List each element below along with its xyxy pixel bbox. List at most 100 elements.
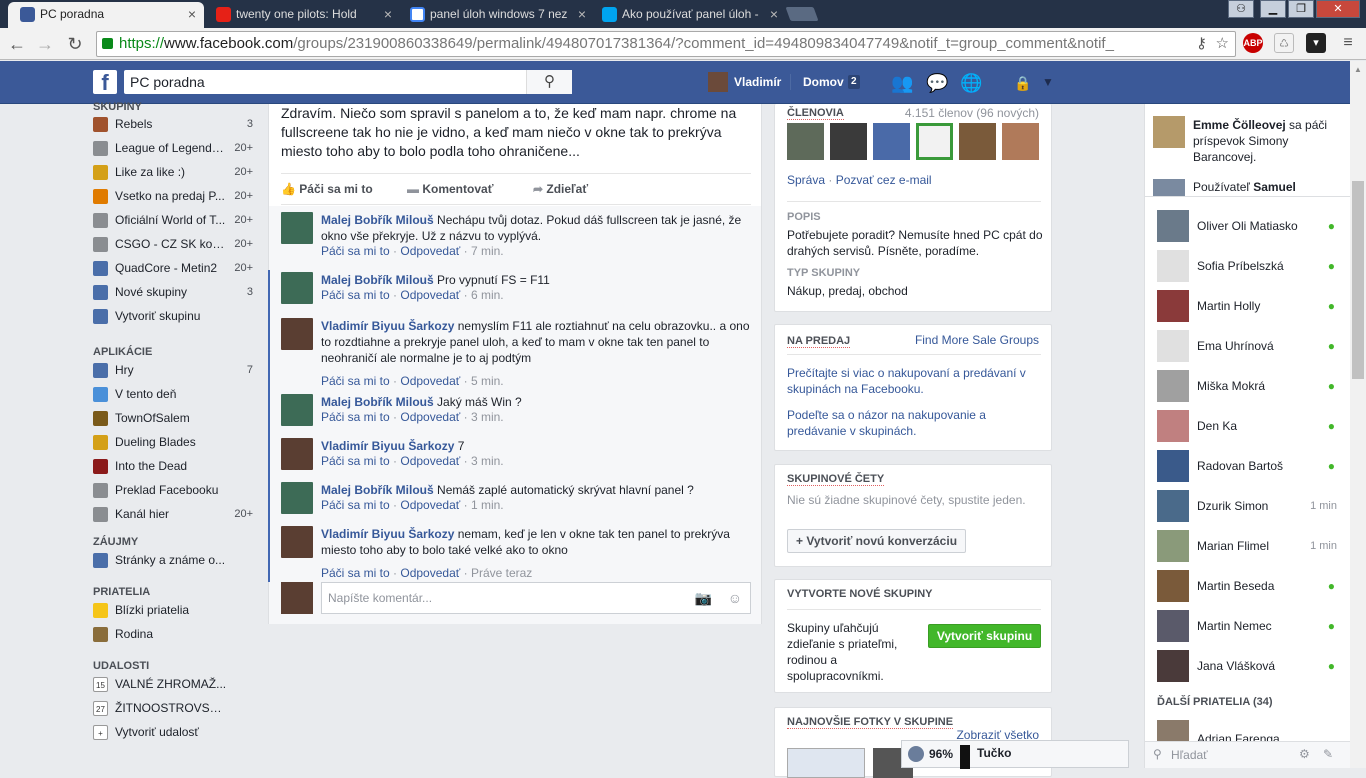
- left-nav-item[interactable]: Hry 7: [93, 360, 253, 380]
- commenter-name[interactable]: Vladimír Biyuu Šarkozy: [321, 527, 454, 541]
- chat-options-gear-icon[interactable]: ⚙: [1299, 747, 1310, 761]
- user-name-link[interactable]: Vladimír: [734, 72, 781, 92]
- tab-panel-uloh[interactable]: panel úloh windows 7 nez ×: [398, 2, 594, 28]
- comment-like-link[interactable]: Páči sa mi to: [321, 566, 390, 580]
- close-tab-icon[interactable]: ×: [578, 2, 586, 26]
- minimize-icon[interactable]: ▁: [1260, 0, 1286, 18]
- ticker-story[interactable]: Používateľ Samuel: [1193, 179, 1343, 195]
- chat-friend[interactable]: Jana Vlášková ●: [1157, 650, 1347, 684]
- chat-friend[interactable]: Den Ka ●: [1157, 410, 1347, 444]
- chat-friend[interactable]: Marian Flimel 1 min: [1157, 530, 1347, 564]
- members-count[interactable]: 4.151 členov (96 nových): [905, 106, 1039, 120]
- commenter-name[interactable]: Malej Bobřík Milouš: [321, 213, 434, 227]
- facebook-logo-icon[interactable]: f: [93, 70, 117, 95]
- close-tab-icon[interactable]: ×: [770, 2, 778, 26]
- search-icon[interactable]: ⚲: [526, 70, 572, 94]
- left-nav-item[interactable]: 27 ŽITNOOSTROVSK...: [93, 698, 253, 718]
- commenter-name[interactable]: Vladimír Biyuu Šarkozy: [321, 439, 454, 453]
- emoji-icon[interactable]: ☺: [728, 583, 742, 613]
- find-more-sale-groups-link[interactable]: Find More Sale Groups: [915, 333, 1039, 347]
- camera-icon[interactable]: 📷: [695, 583, 712, 613]
- share-button[interactable]: ➦ Zdieľať: [533, 182, 588, 196]
- chat-friend[interactable]: Martin Holly ●: [1157, 290, 1347, 324]
- sale-feedback-link[interactable]: Podeľte sa o názor na nakupovanie a pred…: [787, 407, 1043, 439]
- member-avatar[interactable]: [959, 123, 996, 160]
- commenter-avatar[interactable]: [281, 318, 313, 350]
- comment-input[interactable]: Napíšte komentár... 📷 ☺: [321, 582, 751, 614]
- tab-pc-poradna[interactable]: PC poradna ×: [8, 2, 204, 28]
- chat-friend[interactable]: Sofia Príbelszká ●: [1157, 250, 1347, 284]
- member-avatar[interactable]: [916, 123, 953, 160]
- chat-friend[interactable]: Dzurik Simon 1 min: [1157, 490, 1347, 524]
- tab-ako-pouzivat[interactable]: Ako používať panel úloh - ×: [590, 2, 786, 28]
- privacy-shortcuts-icon[interactable]: 🔒: [1014, 75, 1031, 92]
- left-nav-item[interactable]: Vsetko na predaj P... 20+: [93, 186, 253, 206]
- facebook-search-input[interactable]: PC poradna ⚲: [124, 70, 572, 94]
- comment-reply-link[interactable]: Odpovedať: [400, 244, 460, 258]
- member-avatar[interactable]: [873, 123, 910, 160]
- left-nav-item[interactable]: League of Legends... 20+: [93, 138, 253, 158]
- comment-reply-link[interactable]: Odpovedať: [400, 288, 460, 302]
- left-nav-item[interactable]: QuadCore - Metin2 20+: [93, 258, 253, 278]
- chat-friend[interactable]: Oliver Oli Matiasko ●: [1157, 210, 1347, 244]
- chat-friend[interactable]: Martin Nemec ●: [1157, 610, 1347, 644]
- bookmark-star-icon[interactable]: ☆: [1216, 32, 1229, 56]
- commenter-name[interactable]: Malej Bobřík Milouš: [321, 483, 434, 497]
- commenter-avatar[interactable]: [281, 394, 313, 426]
- profile-icon[interactable]: ⚇: [1228, 0, 1254, 18]
- commenter-name[interactable]: Malej Bobřík Milouš: [321, 273, 434, 287]
- member-avatar[interactable]: [1002, 123, 1039, 160]
- left-nav-item[interactable]: Kanál hier 20+: [93, 504, 253, 524]
- chat-friend[interactable]: Radovan Bartoš ●: [1157, 450, 1347, 484]
- account-menu-chevron-icon[interactable]: ▼: [1042, 75, 1054, 89]
- chat-friend[interactable]: Martin Beseda ●: [1157, 570, 1347, 604]
- tab-twenty-one-pilots[interactable]: twenty one pilots: Hold ×: [204, 2, 400, 28]
- new-conversation-button[interactable]: + Vytvoriť novú konverzáciu: [787, 529, 967, 553]
- left-nav-item[interactable]: Stránky a známe o...: [93, 550, 253, 570]
- left-nav-item[interactable]: 15 VALNÉ ZHROMAŽ...: [93, 674, 253, 694]
- left-nav-item[interactable]: Vytvoriť skupinu: [93, 306, 253, 326]
- close-tab-icon[interactable]: ×: [384, 2, 392, 26]
- reload-icon[interactable]: ↻: [64, 33, 86, 55]
- comment-like-link[interactable]: Páči sa mi to: [321, 498, 390, 512]
- left-nav-item[interactable]: Blízki priatelia: [93, 600, 253, 620]
- messages-icon[interactable]: 💬: [926, 73, 948, 94]
- comment-like-link[interactable]: Páči sa mi to: [321, 288, 390, 302]
- left-nav-item[interactable]: Oficiální World of T... 20+: [93, 210, 253, 230]
- ticker-story[interactable]: Emme Čölleovej sa páči príspevok Simony …: [1193, 117, 1343, 165]
- left-nav-item[interactable]: + Vytvoriť udalosť: [93, 722, 253, 742]
- comment-reply-link[interactable]: Odpovedať: [400, 374, 460, 388]
- scrollbar-thumb[interactable]: [1352, 181, 1364, 379]
- close-tab-icon[interactable]: ×: [188, 2, 196, 26]
- user-avatar[interactable]: [708, 72, 728, 92]
- commenter-name[interactable]: Vladimír Biyuu Šarkozy: [321, 319, 454, 333]
- maximize-icon[interactable]: ❐: [1288, 0, 1314, 18]
- commenter-avatar[interactable]: [281, 272, 313, 304]
- commenter-avatar[interactable]: [281, 482, 313, 514]
- comment-reply-link[interactable]: Odpovedať: [400, 410, 460, 424]
- left-nav-item[interactable]: Dueling Blades: [93, 432, 253, 452]
- left-nav-item[interactable]: Rebels 3: [93, 114, 253, 134]
- forward-icon[interactable]: →: [34, 33, 56, 55]
- comment-reply-link[interactable]: Odpovedať: [400, 498, 460, 512]
- key-icon[interactable]: ⚷: [1196, 32, 1207, 56]
- comment-like-link[interactable]: Páči sa mi to: [321, 374, 390, 388]
- member-avatar[interactable]: [787, 123, 824, 160]
- translate-extension-icon[interactable]: ♺: [1274, 33, 1294, 53]
- sale-info-link[interactable]: Prečítajte si viac o nakupovaní a predáv…: [787, 365, 1043, 397]
- commenter-name[interactable]: Malej Bobřík Milouš: [321, 395, 434, 409]
- notifications-globe-icon[interactable]: 🌐: [960, 73, 982, 94]
- comment-like-link[interactable]: Páči sa mi to: [321, 454, 390, 468]
- chrome-menu-icon[interactable]: ≡: [1338, 33, 1358, 53]
- like-button[interactable]: 👍 Páči sa mi to: [281, 182, 373, 196]
- member-avatar[interactable]: [830, 123, 867, 160]
- adblock-icon[interactable]: ABP: [1243, 33, 1263, 53]
- left-nav-item[interactable]: TownOfSalem: [93, 408, 253, 428]
- friend-requests-icon[interactable]: 👥: [891, 73, 913, 94]
- manage-link[interactable]: Správa: [787, 173, 825, 187]
- scroll-up-icon[interactable]: ▲: [1354, 65, 1362, 74]
- group-photo-thumb[interactable]: [787, 748, 865, 778]
- commenter-avatar[interactable]: [281, 526, 313, 558]
- left-nav-item[interactable]: V tento deň: [93, 384, 253, 404]
- commenter-avatar[interactable]: [281, 438, 313, 470]
